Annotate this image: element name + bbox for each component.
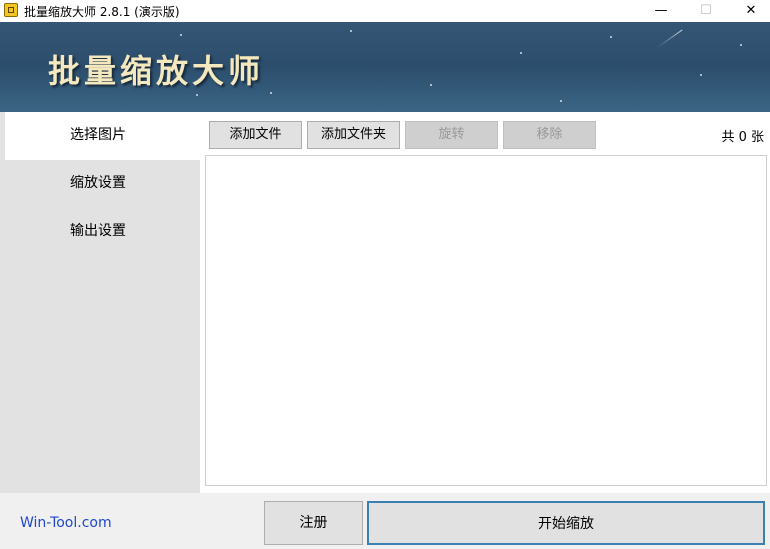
title-bar: 批量缩放大师 2.8.1 (演示版) — ☐ ✕ (0, 0, 770, 22)
banner-star (560, 100, 562, 102)
minimize-icon: — (654, 3, 668, 18)
sidebar: 选择图片 缩放设置 输出设置 (0, 112, 200, 493)
maximize-button: ☐ (683, 0, 729, 22)
banner-title: 批量缩放大师 (48, 52, 265, 90)
sidebar-item-select-images[interactable]: 选择图片 (5, 112, 200, 160)
sidebar-item-resize-settings[interactable]: 缩放设置 (5, 160, 200, 208)
footer: Win-Tool.com 注册 开始缩放 (0, 493, 770, 549)
register-button[interactable]: 注册 (264, 501, 363, 545)
maximize-icon: ☐ (700, 3, 712, 18)
sidebar-item-label: 选择图片 (70, 127, 126, 143)
add-folder-button[interactable]: 添加文件夹 (307, 121, 400, 149)
close-icon: ✕ (745, 3, 757, 18)
banner-star (610, 36, 612, 38)
banner-star (350, 30, 352, 32)
banner-star (180, 34, 182, 36)
sidebar-item-label: 缩放设置 (70, 175, 126, 191)
sidebar-item-output-settings[interactable]: 输出设置 (5, 208, 200, 256)
remove-button[interactable]: 移除 (503, 121, 596, 149)
website-link[interactable]: Win-Tool.com (20, 515, 112, 531)
banner-star (700, 74, 702, 76)
banner-star (270, 92, 272, 94)
banner-star (196, 94, 198, 96)
main-panel: 添加文件 添加文件夹 旋转 移除 共 0 张 (200, 112, 770, 493)
rotate-button[interactable]: 旋转 (405, 121, 498, 149)
app-icon (4, 3, 18, 17)
image-list[interactable] (205, 155, 767, 486)
banner-streak (657, 29, 683, 48)
banner-star (520, 52, 522, 54)
window-title: 批量缩放大师 2.8.1 (演示版) (24, 5, 180, 19)
start-resize-button[interactable]: 开始缩放 (367, 501, 765, 545)
banner-star (740, 44, 742, 46)
header-banner: 批量缩放大师 (0, 22, 770, 112)
add-file-button[interactable]: 添加文件 (209, 121, 302, 149)
sidebar-item-label: 输出设置 (70, 223, 126, 239)
image-count: 共 0 张 (721, 130, 764, 145)
close-button[interactable]: ✕ (728, 0, 770, 22)
minimize-button[interactable]: — (638, 0, 684, 22)
banner-star (430, 84, 432, 86)
